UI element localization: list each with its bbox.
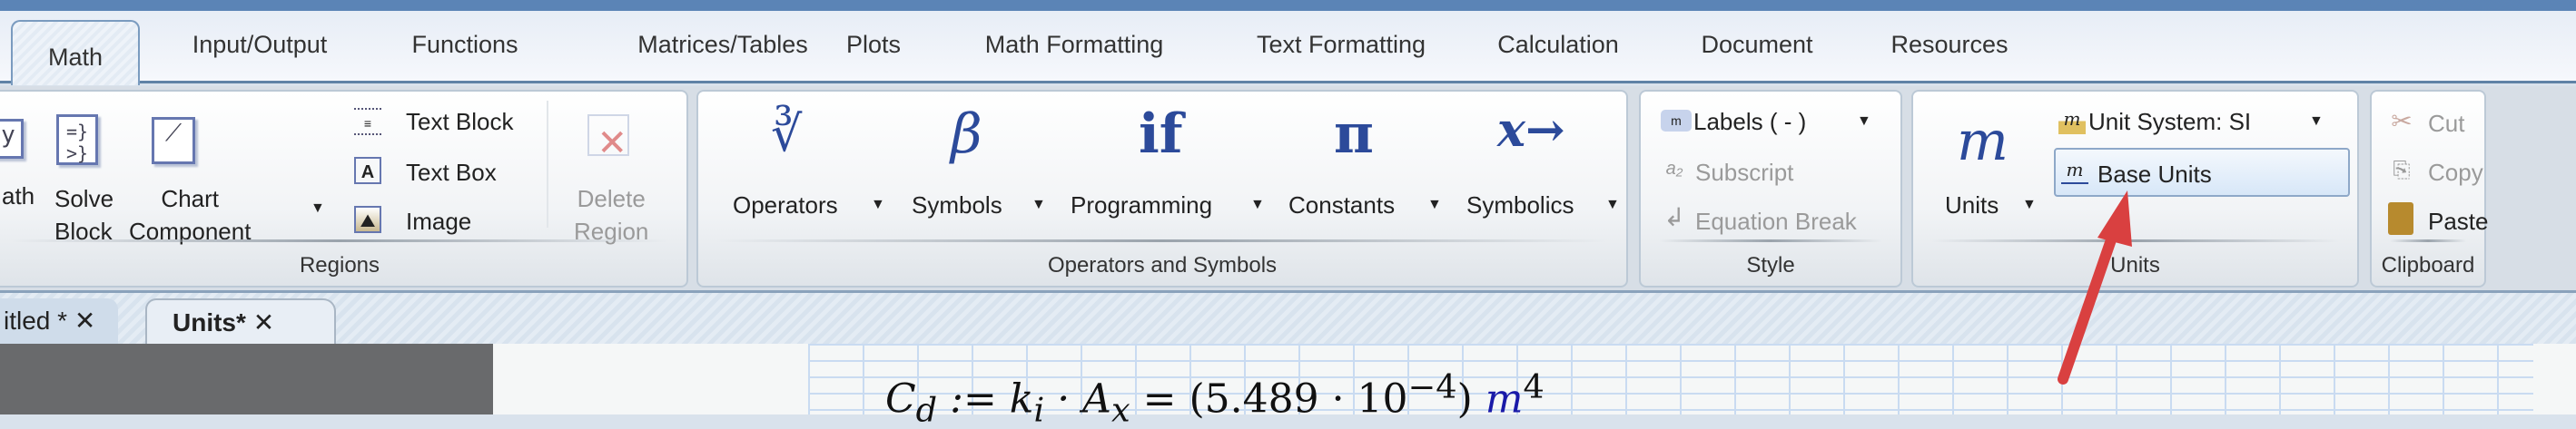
arrow-head: [2097, 190, 2132, 247]
arrow-shaft: [2058, 221, 2121, 385]
annotation-arrow: [2058, 190, 2132, 385]
